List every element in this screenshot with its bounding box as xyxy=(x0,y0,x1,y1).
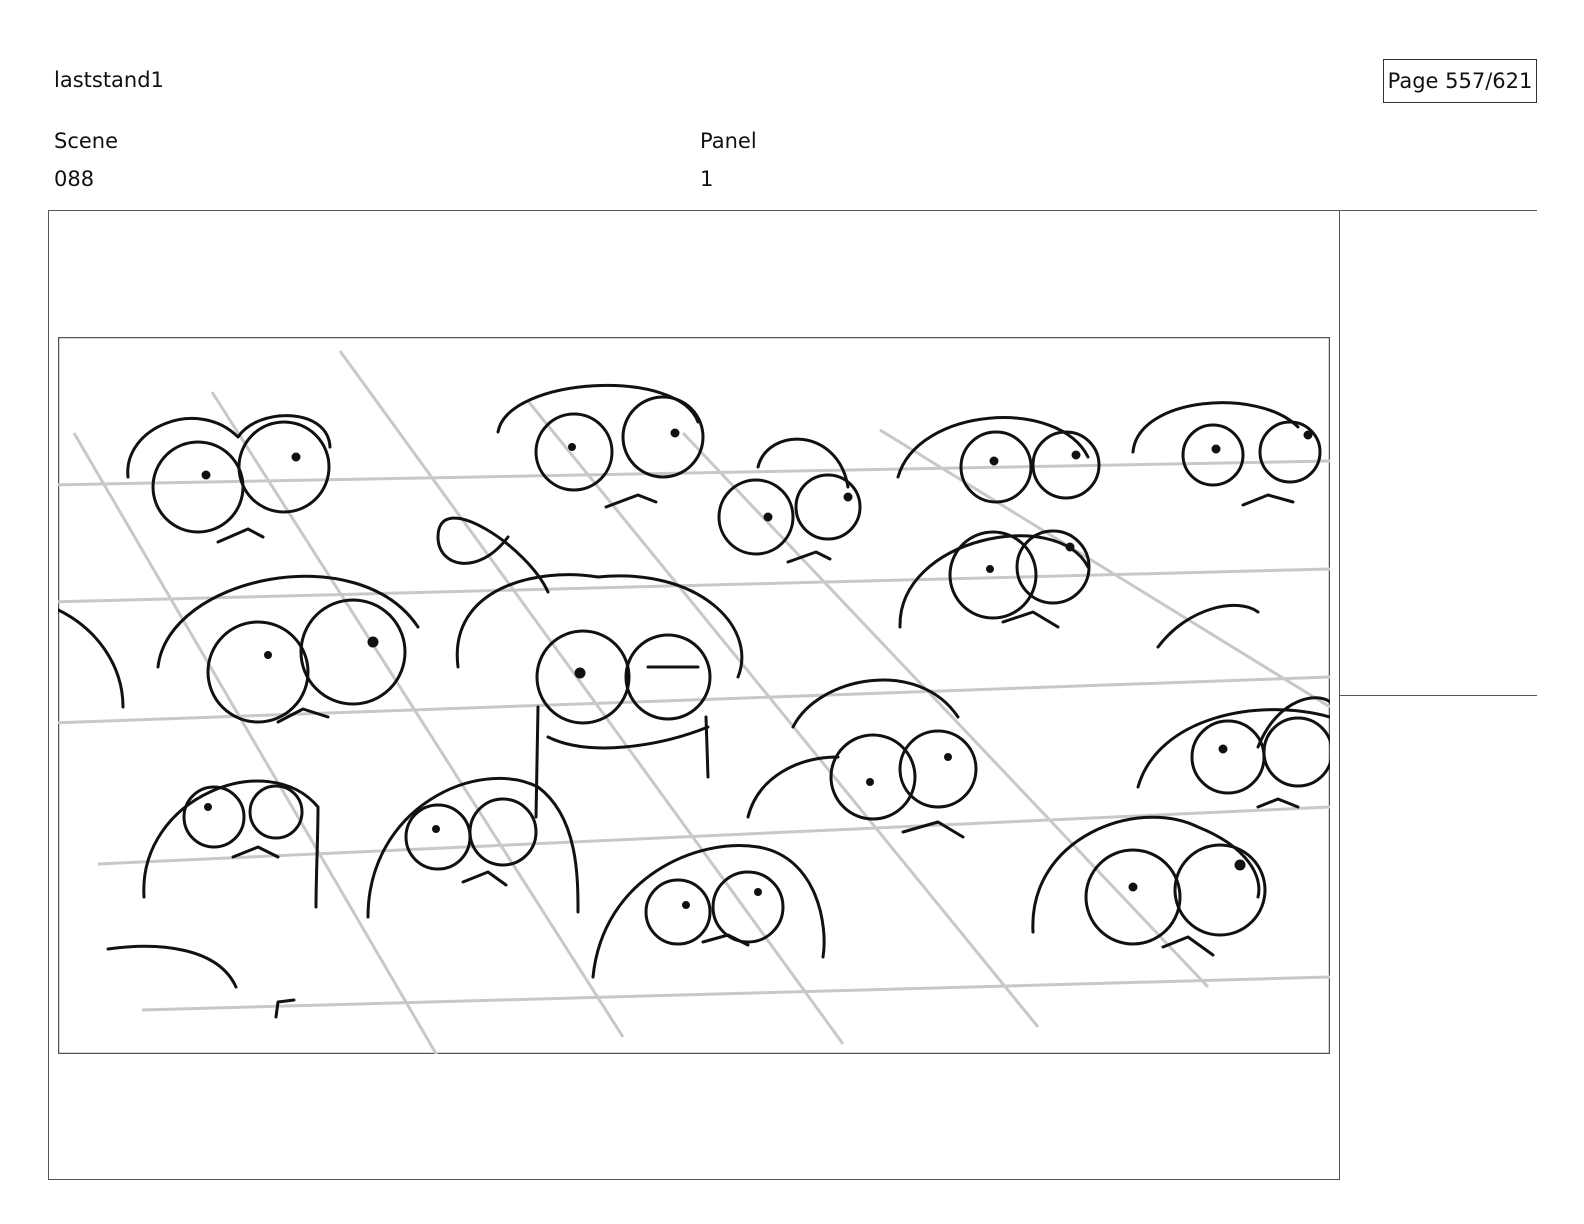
notes-divider-top xyxy=(1340,210,1537,211)
panel-value: 1 xyxy=(700,167,714,191)
page-counter: Page 557/621 xyxy=(1383,59,1537,103)
panel-label: Panel xyxy=(700,129,757,153)
scene-label: Scene xyxy=(54,129,119,153)
project-name: laststand1 xyxy=(54,68,164,92)
storyboard-drawing xyxy=(58,337,1330,1054)
scene-value: 088 xyxy=(54,167,95,191)
notes-divider-middle xyxy=(1340,695,1537,696)
